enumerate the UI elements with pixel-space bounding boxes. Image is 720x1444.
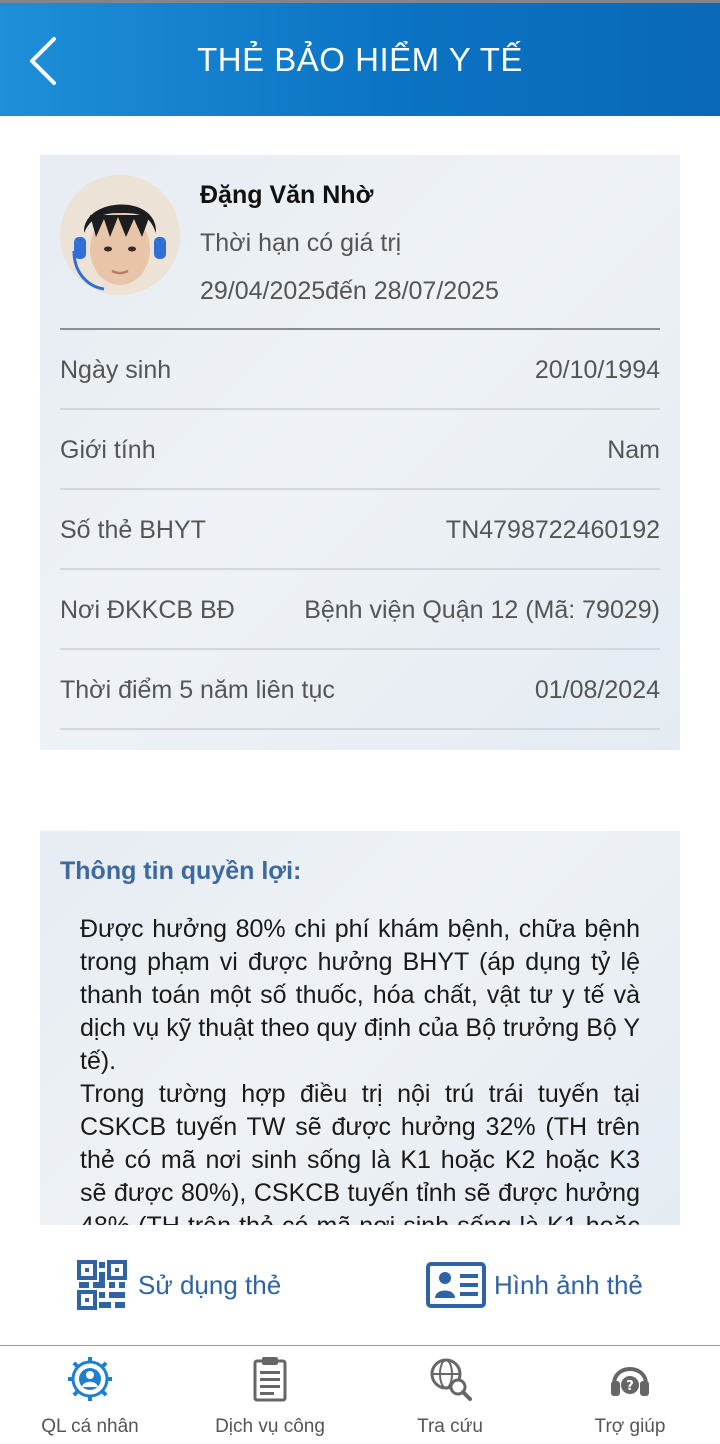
row-label: Thời điểm 5 năm liên tục [60, 676, 335, 704]
card-image-label: Hình ảnh thẻ [494, 1269, 643, 1300]
page-title: THẺ BẢO HIỂM Y TẾ [197, 41, 523, 78]
use-card-label: Sử dụng thẻ [138, 1269, 282, 1300]
avatar [60, 175, 180, 295]
user-gear-icon [68, 1357, 112, 1401]
card-image-button[interactable]: Hình ảnh thẻ [426, 1259, 643, 1311]
holder-name: Đặng Văn Nhờ [200, 181, 374, 209]
card-actions: Sử dụng thẻ Hình ảnh thẻ [0, 1225, 720, 1345]
nav-item-public-services[interactable]: Dịch vụ công [180, 1346, 360, 1444]
nav-label: Dịch vụ công [215, 1416, 325, 1437]
svg-text:?: ? [626, 1379, 634, 1394]
row-value: Bệnh viện Quận 12 (Mã: 79029) [304, 596, 660, 624]
row-value: TN4798722460192 [445, 516, 660, 544]
row-five-year-continuous: Thời điểm 5 năm liên tục 01/08/2024 [60, 650, 660, 730]
row-value: 20/10/1994 [534, 356, 660, 384]
nav-item-lookup[interactable]: Tra cứu [360, 1346, 540, 1444]
qr-code-icon [77, 1260, 127, 1310]
nav-item-help[interactable]: ? Trợ giúp [540, 1346, 720, 1444]
headset-icon: ? [611, 1367, 649, 1396]
user-photo-icon [60, 175, 180, 295]
clipboard-icon [253, 1357, 287, 1402]
row-card-number: Số thẻ BHYT TN4798722460192 [60, 490, 660, 570]
row-date-of-birth: Ngày sinh 20/10/1994 [60, 330, 660, 410]
benefits-panel[interactable]: Thông tin quyền lợi: Được hưởng 80% chi … [40, 831, 680, 1225]
row-registered-facility: Nơi ĐKKCB BĐ Bệnh viện Quận 12 (Mã: 7902… [60, 570, 660, 650]
row-value: 01/08/2024 [534, 676, 660, 704]
nav-item-personal[interactable]: QL cá nhân [0, 1346, 180, 1444]
row-label: Nơi ĐKKCB BĐ [60, 596, 235, 624]
insurance-card-info: Đặng Văn Nhờ Thời hạn có giá trị 29/04/2… [40, 155, 680, 750]
use-card-button[interactable]: Sử dụng thẻ [76, 1259, 281, 1311]
benefits-paragraph: Được hưởng 80% chi phí khám bệnh, chữa b… [80, 915, 640, 1075]
nav-label: QL cá nhân [41, 1416, 139, 1437]
nav-label: Trợ giúp [594, 1416, 666, 1437]
row-label: Giới tính [60, 436, 156, 464]
row-label: Ngày sinh [60, 356, 172, 384]
row-gender: Giới tính Nam [60, 410, 660, 490]
benefits-title: Thông tin quyền lợi: [60, 857, 302, 885]
id-card-icon [426, 1262, 486, 1308]
row-label: Số thẻ BHYT [60, 516, 206, 544]
benefits-paragraph: Trong tường hợp điều trị nội trú trái tu… [80, 1080, 640, 1225]
bottom-navigation: QL cá nhân Dịch vụ công Tra cứu ? Trợ gi… [0, 1345, 720, 1443]
validity-range: 29/04/2025đến 28/07/2025 [200, 277, 499, 305]
app-header: THẺ BẢO HIỂM Y TẾ [0, 0, 720, 116]
row-value: Nam [607, 436, 660, 464]
validity-label: Thời hạn có giá trị [200, 229, 402, 257]
benefits-text: Được hưởng 80% chi phí khám bệnh, chữa b… [80, 913, 640, 1225]
globe-search-icon [430, 1358, 472, 1401]
nav-label: Tra cứu [417, 1416, 483, 1437]
